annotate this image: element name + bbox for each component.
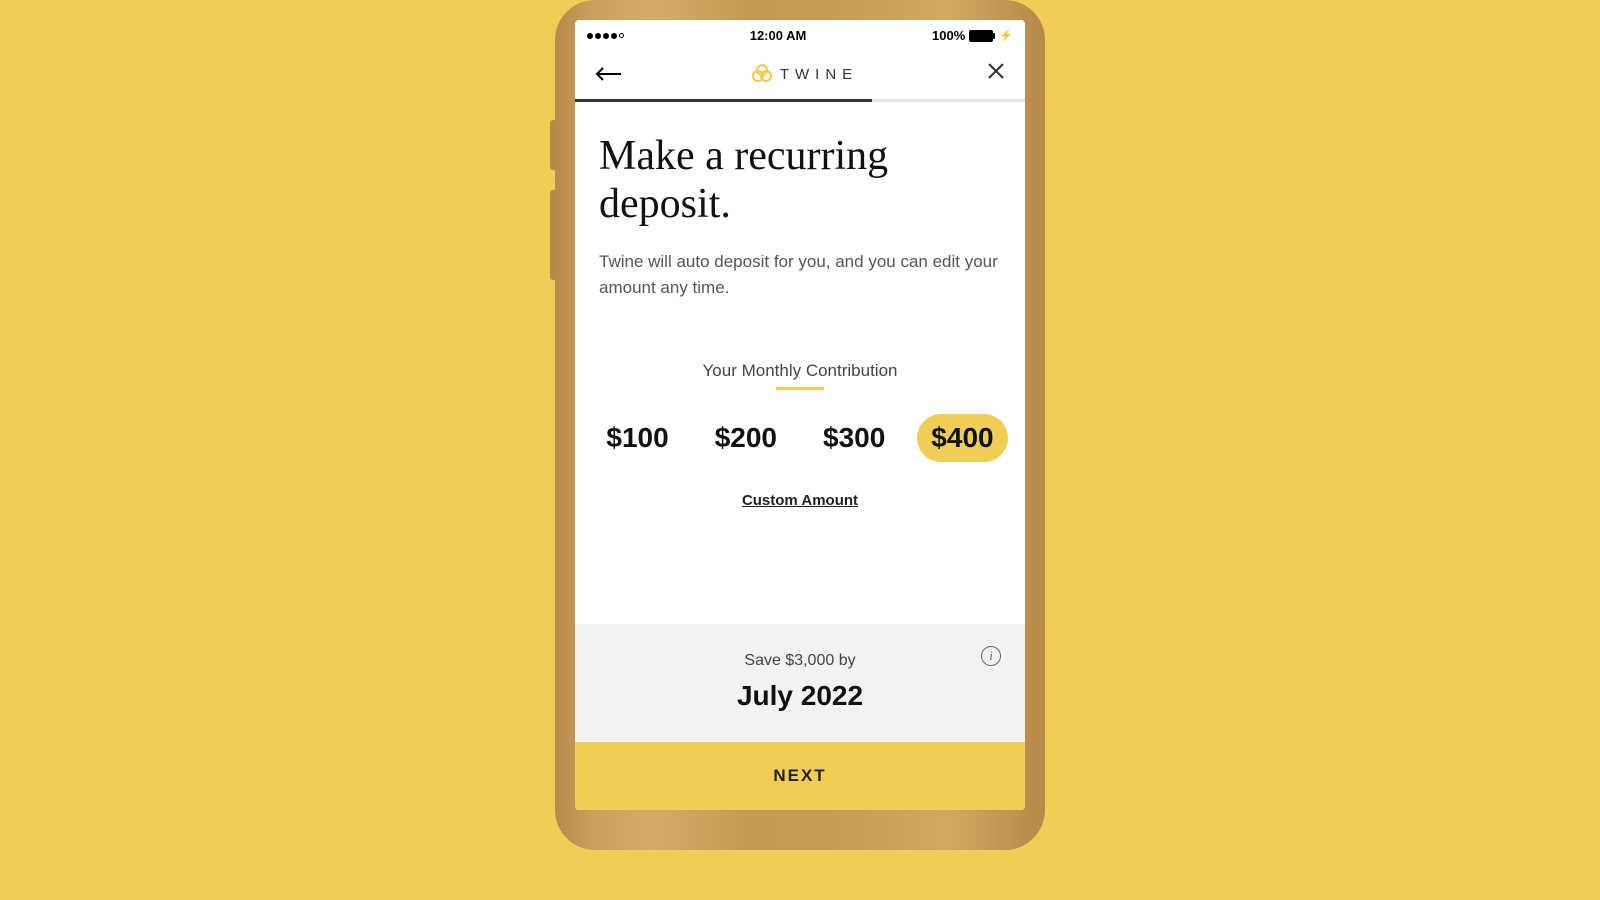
contribution-label: Your Monthly Contribution	[599, 361, 1001, 381]
battery-status: 100% ⚡	[932, 28, 1013, 43]
next-button[interactable]: NEXT	[575, 742, 1025, 810]
back-arrow-icon	[595, 67, 623, 81]
amount-option-200[interactable]: $200	[701, 414, 791, 462]
custom-amount-link[interactable]: Custom Amount	[599, 492, 1001, 509]
summary-prefix: Save $3,000 by	[599, 652, 1001, 670]
battery-percent: 100%	[932, 28, 965, 43]
signal-dots	[587, 33, 624, 39]
page-title: Make a recurring deposit.	[599, 132, 1001, 229]
status-time: 12:00 AM	[750, 28, 807, 43]
phone-frame: 12:00 AM 100% ⚡	[555, 0, 1045, 850]
info-button[interactable]: i	[981, 646, 1001, 666]
accent-underline	[776, 387, 824, 390]
brand-name: TWINE	[780, 66, 858, 83]
page-subtitle: Twine will auto deposit for you, and you…	[599, 249, 1001, 302]
summary-date: July 2022	[599, 680, 1001, 712]
close-icon	[987, 62, 1005, 80]
content: Make a recurring deposit. Twine will aut…	[575, 102, 1025, 624]
amount-option-300[interactable]: $300	[809, 414, 899, 462]
summary-panel: i Save $3,000 by July 2022	[575, 624, 1025, 742]
amount-option-100[interactable]: $100	[592, 414, 682, 462]
brand: TWINE	[752, 64, 858, 84]
status-bar: 12:00 AM 100% ⚡	[575, 20, 1025, 47]
charging-icon: ⚡	[999, 29, 1013, 42]
nav-bar: TWINE	[575, 47, 1025, 99]
screen: 12:00 AM 100% ⚡	[575, 20, 1025, 810]
twine-logo-icon	[752, 64, 772, 84]
battery-icon	[969, 30, 995, 42]
close-button[interactable]	[987, 62, 1005, 86]
amount-option-400[interactable]: $400	[917, 414, 1007, 462]
info-icon: i	[989, 648, 993, 664]
back-button[interactable]	[595, 61, 623, 87]
amount-options: $100 $200 $300 $400	[599, 414, 1001, 462]
